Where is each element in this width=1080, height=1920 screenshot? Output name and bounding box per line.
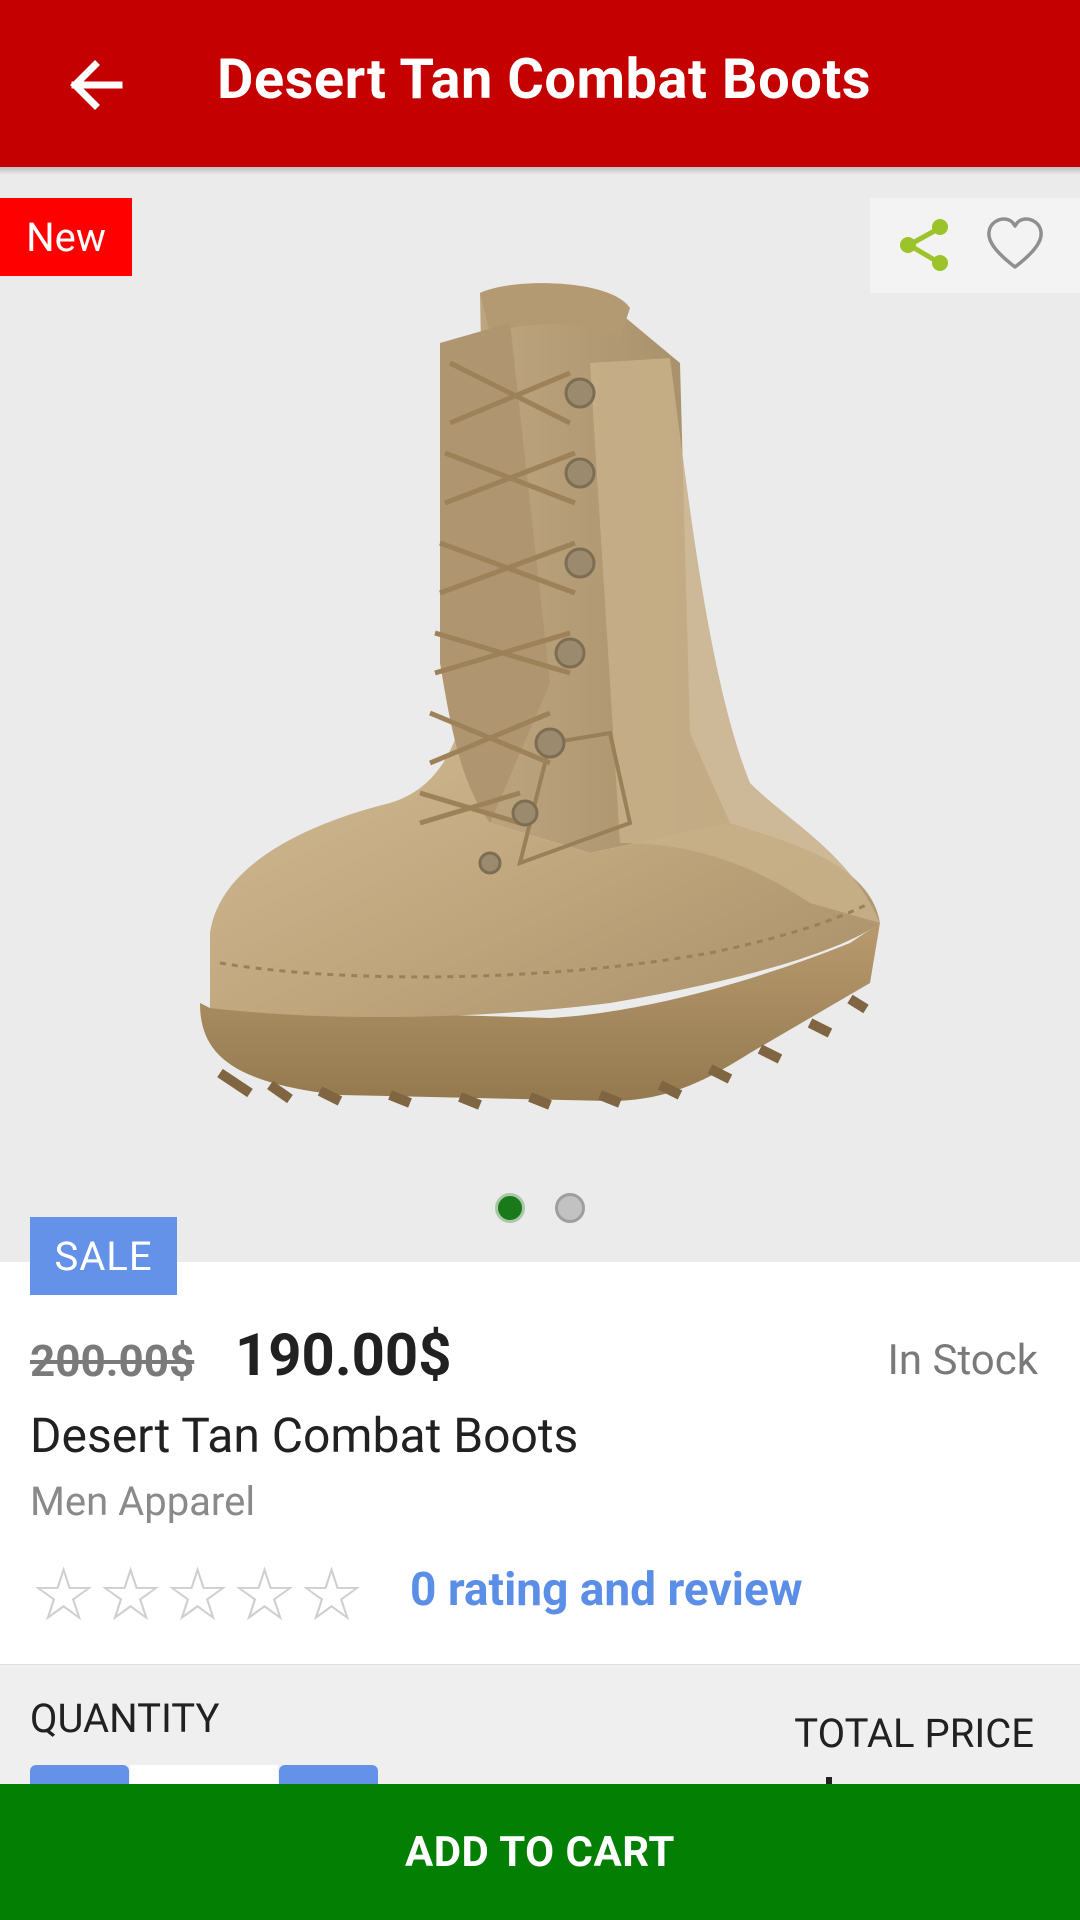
stock-status: In Stock xyxy=(887,1336,1038,1385)
total-price-value xyxy=(826,1777,832,1784)
quantity-section: QUANTITY TOTAL PRICE xyxy=(0,1664,1080,1784)
favorite-button[interactable] xyxy=(985,215,1045,275)
product-image-gallery[interactable]: New xyxy=(0,175,1080,1262)
app-bar: Desert Tan Combat Boots xyxy=(0,0,1080,167)
page-title: Desert Tan Combat Boots xyxy=(217,46,872,112)
product-name: Desert Tan Combat Boots xyxy=(30,1407,579,1464)
sale-badge: SALE xyxy=(30,1217,177,1295)
product-category: Men Apparel xyxy=(30,1478,256,1525)
rating-stars[interactable]: ☆ ☆ ☆ ☆ ☆ xyxy=(30,1552,365,1639)
arrow-left-icon xyxy=(70,60,123,110)
star-outline-icon: ☆ xyxy=(231,1552,298,1639)
star-outline-icon: ☆ xyxy=(97,1552,164,1639)
product-image xyxy=(200,283,880,1110)
ratings-reviews-link[interactable]: 0 rating and review xyxy=(410,1563,803,1617)
add-to-cart-button[interactable]: ADD TO CART xyxy=(0,1784,1080,1920)
quantity-label: QUANTITY xyxy=(30,1695,220,1742)
carousel-dot-1[interactable] xyxy=(495,1193,525,1223)
star-outline-icon: ☆ xyxy=(164,1552,231,1639)
quantity-input[interactable] xyxy=(130,1765,278,1784)
share-button[interactable] xyxy=(895,215,955,275)
back-button[interactable] xyxy=(58,50,134,120)
new-badge: New xyxy=(0,198,132,276)
star-outline-icon: ☆ xyxy=(30,1552,97,1639)
share-icon xyxy=(900,219,948,271)
original-price: 200.00$ xyxy=(30,1335,195,1387)
heart-outline-icon xyxy=(987,217,1043,269)
star-outline-icon: ☆ xyxy=(298,1552,365,1639)
sale-price: 190.00$ xyxy=(235,1322,452,1390)
quantity-increment-button[interactable] xyxy=(279,1765,378,1784)
carousel-dot-2[interactable] xyxy=(555,1193,585,1223)
total-price-label: TOTAL PRICE xyxy=(794,1710,1034,1757)
quantity-decrement-button[interactable] xyxy=(30,1765,129,1784)
app-bar-shadow xyxy=(0,167,1080,175)
